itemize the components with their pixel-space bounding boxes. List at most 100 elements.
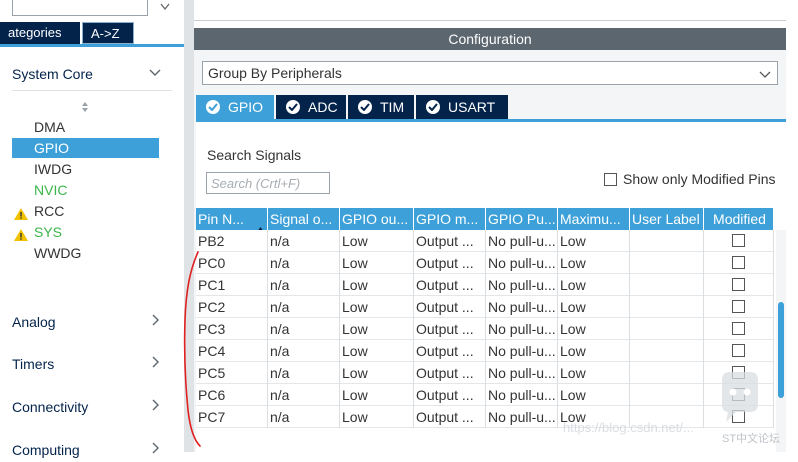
sidebar-item-label: GPIO xyxy=(34,140,70,156)
search-signals-input[interactable] xyxy=(206,172,330,194)
cell-user-label[interactable] xyxy=(630,252,704,274)
sidebar-item-iwdg[interactable]: IWDG xyxy=(12,159,159,179)
category-tabs-underline xyxy=(0,44,184,47)
category-divider xyxy=(12,90,172,91)
configuration-title-bar: Configuration xyxy=(194,28,786,50)
table-row[interactable]: PB2 n/a Low Output ... No pull-u... Low xyxy=(196,230,774,252)
tab-gpio[interactable]: GPIO xyxy=(196,95,274,119)
column-header-gpio-mode[interactable]: GPIO m... xyxy=(414,208,486,230)
cell-max-speed: Low xyxy=(558,252,630,274)
cell-gpio-mode: Output ... xyxy=(414,406,486,428)
sidebar-item-wwdg[interactable]: WWDG xyxy=(12,243,159,263)
category-timers[interactable]: Timers xyxy=(12,354,162,376)
search-signals-label: Search Signals xyxy=(207,147,302,163)
category-label: Analog xyxy=(12,314,56,330)
cell-user-label[interactable] xyxy=(630,384,704,406)
check-circle-icon xyxy=(286,100,300,114)
category-label: Timers xyxy=(12,356,55,372)
chevron-right-icon xyxy=(148,397,162,415)
modified-checkbox[interactable] xyxy=(732,344,745,357)
table-row[interactable]: PC0 n/a Low Output ... No pull-u... Low xyxy=(196,252,774,274)
cell-gpio-output: Low xyxy=(340,340,414,362)
cell-gpio-pull: No pull-u... xyxy=(486,274,558,296)
cell-modified xyxy=(704,252,774,274)
group-by-select[interactable]: Group By Peripherals xyxy=(202,61,778,85)
cell-user-label[interactable] xyxy=(630,296,704,318)
table-row[interactable]: PC6 n/a Low Output ... No pull-u... Low xyxy=(196,384,774,406)
table-row[interactable]: PC5 n/a Low Output ... No pull-u... Low xyxy=(196,362,774,384)
chevron-right-icon xyxy=(148,354,162,372)
cell-user-label[interactable] xyxy=(630,274,704,296)
sidebar-item-dma[interactable]: DMA xyxy=(12,117,159,137)
collapse-chevron-icon[interactable] xyxy=(160,0,170,14)
tab-tim[interactable]: TIM xyxy=(348,95,414,119)
check-circle-icon xyxy=(426,100,440,114)
sort-arrows-icon[interactable] xyxy=(80,100,90,114)
sidebar-item-label: SYS xyxy=(34,224,63,240)
cell-signal: n/a xyxy=(268,384,340,406)
cell-gpio-mode: Output ... xyxy=(414,252,486,274)
column-header-signal[interactable]: Signal o... xyxy=(268,208,340,230)
cell-user-label[interactable] xyxy=(630,318,704,340)
table-row[interactable]: PC1 n/a Low Output ... No pull-u... Low xyxy=(196,274,774,296)
cell-modified xyxy=(704,296,774,318)
column-header-label: Signal o... xyxy=(270,211,333,227)
column-header-max-speed[interactable]: Maximu... xyxy=(558,208,630,230)
column-header-user-label[interactable]: User Label xyxy=(630,208,704,230)
modified-checkbox[interactable] xyxy=(732,322,745,335)
sort-arrow-icon xyxy=(257,216,264,230)
cell-user-label[interactable] xyxy=(630,230,704,252)
column-header-gpio-pull[interactable]: GPIO Pu... xyxy=(486,208,558,230)
sidebar-item-gpio[interactable]: GPIO xyxy=(12,138,159,158)
sidebar-item-sys[interactable]: SYS xyxy=(12,222,159,242)
watermark-url: https://blog.csdn.net/... xyxy=(563,420,694,435)
category-connectivity[interactable]: Connectivity xyxy=(12,397,162,419)
cell-signal: n/a xyxy=(268,274,340,296)
cell-signal: n/a xyxy=(268,296,340,318)
tab-adc[interactable]: ADC xyxy=(276,95,346,119)
category-analog[interactable]: Analog xyxy=(12,312,162,334)
cell-modified xyxy=(704,230,774,252)
cell-gpio-output: Low xyxy=(340,230,414,252)
cell-signal: n/a xyxy=(268,340,340,362)
cell-max-speed: Low xyxy=(558,384,630,406)
cell-gpio-pull: No pull-u... xyxy=(486,296,558,318)
show-modified-checkbox[interactable] xyxy=(604,173,617,186)
column-header-label: Pin N... xyxy=(198,211,244,227)
left-panel: ategories A->Z System Core DMA GPIO IWDG… xyxy=(0,0,184,458)
cell-max-speed: Low xyxy=(558,230,630,252)
modified-checkbox[interactable] xyxy=(732,256,745,269)
column-header-pin-name[interactable]: Pin N... xyxy=(196,208,268,230)
cell-gpio-output: Low xyxy=(340,252,414,274)
column-header-gpio-output[interactable]: GPIO ou... xyxy=(340,208,414,230)
cell-gpio-mode: Output ... xyxy=(414,318,486,340)
sidebar-item-nvic[interactable]: NVIC xyxy=(12,180,159,200)
tab-a-to-z[interactable]: A->Z xyxy=(82,22,134,44)
sidebar-item-rcc[interactable]: RCC xyxy=(12,201,159,221)
forum-logo-icon xyxy=(722,372,758,422)
left-search-box[interactable] xyxy=(12,0,148,16)
modified-checkbox[interactable] xyxy=(732,278,745,291)
cell-signal: n/a xyxy=(268,230,340,252)
modified-checkbox[interactable] xyxy=(732,300,745,313)
cell-gpio-mode: Output ... xyxy=(414,340,486,362)
cell-signal: n/a xyxy=(268,406,340,428)
table-row[interactable]: PC4 n/a Low Output ... No pull-u... Low xyxy=(196,340,774,362)
cell-user-label[interactable] xyxy=(630,340,704,362)
column-header-label: Maximu... xyxy=(560,211,621,227)
tab-categories[interactable]: ategories xyxy=(0,22,80,44)
category-system-core[interactable]: System Core xyxy=(12,64,162,86)
table-row[interactable]: PC2 n/a Low Output ... No pull-u... Low xyxy=(196,296,774,318)
sidebar-item-label: DMA xyxy=(34,119,66,135)
category-computing[interactable]: Computing xyxy=(12,440,162,462)
tab-usart[interactable]: USART xyxy=(416,95,508,119)
cell-user-label[interactable] xyxy=(630,362,704,384)
cell-gpio-mode: Output ... xyxy=(414,362,486,384)
table-row[interactable]: PC3 n/a Low Output ... No pull-u... Low xyxy=(196,318,774,340)
column-header-label: GPIO m... xyxy=(416,211,479,227)
cell-gpio-pull: No pull-u... xyxy=(486,252,558,274)
chevron-down-icon xyxy=(759,68,771,80)
modified-checkbox[interactable] xyxy=(732,234,745,247)
table-scrollbar-thumb[interactable] xyxy=(778,302,784,398)
column-header-modified[interactable]: Modified xyxy=(704,208,774,230)
